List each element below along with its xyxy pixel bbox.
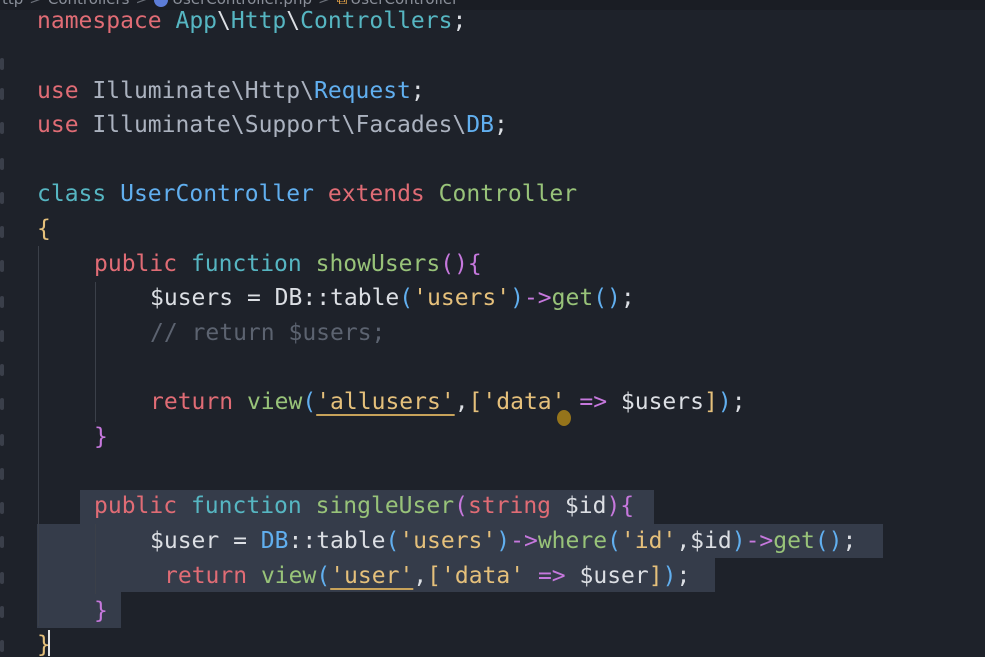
mouse-cursor-icon bbox=[557, 410, 571, 426]
code-editor[interactable]: ttp>Controllers>UserController.php>⧉User… bbox=[0, 0, 985, 657]
code-line[interactable]: class UserController extends Controller bbox=[37, 178, 577, 210]
code-line[interactable]: use Illuminate\Support\Facades\DB; bbox=[37, 109, 508, 141]
code-line[interactable]: $users = DB::table('users')->get(); bbox=[150, 282, 635, 314]
code-line[interactable]: return view('allusers',['data' => $users… bbox=[150, 386, 746, 418]
selection-highlight bbox=[37, 592, 121, 628]
gutter bbox=[0, 0, 12, 657]
code-line[interactable]: public function singleUser(string $id){ bbox=[94, 490, 634, 522]
code-line[interactable]: return view('user',['data' => $user]); bbox=[164, 560, 690, 592]
code-line[interactable]: use Illuminate\Http\Request; bbox=[37, 75, 425, 107]
code-line[interactable]: } bbox=[94, 421, 108, 453]
code-line[interactable]: { bbox=[37, 213, 51, 245]
text-caret bbox=[48, 630, 50, 656]
code-line[interactable]: } bbox=[94, 595, 108, 627]
indent-guide bbox=[95, 282, 96, 422]
code-line[interactable]: $user = DB::table('users')->where('id',$… bbox=[150, 525, 856, 557]
indent-guide bbox=[95, 524, 96, 594]
code-comment[interactable]: // return $users; bbox=[150, 317, 385, 349]
code-line[interactable]: public function showUsers(){ bbox=[94, 248, 482, 280]
code-line[interactable]: namespace App\Http\Controllers; bbox=[37, 5, 466, 37]
indent-guide bbox=[38, 246, 39, 626]
